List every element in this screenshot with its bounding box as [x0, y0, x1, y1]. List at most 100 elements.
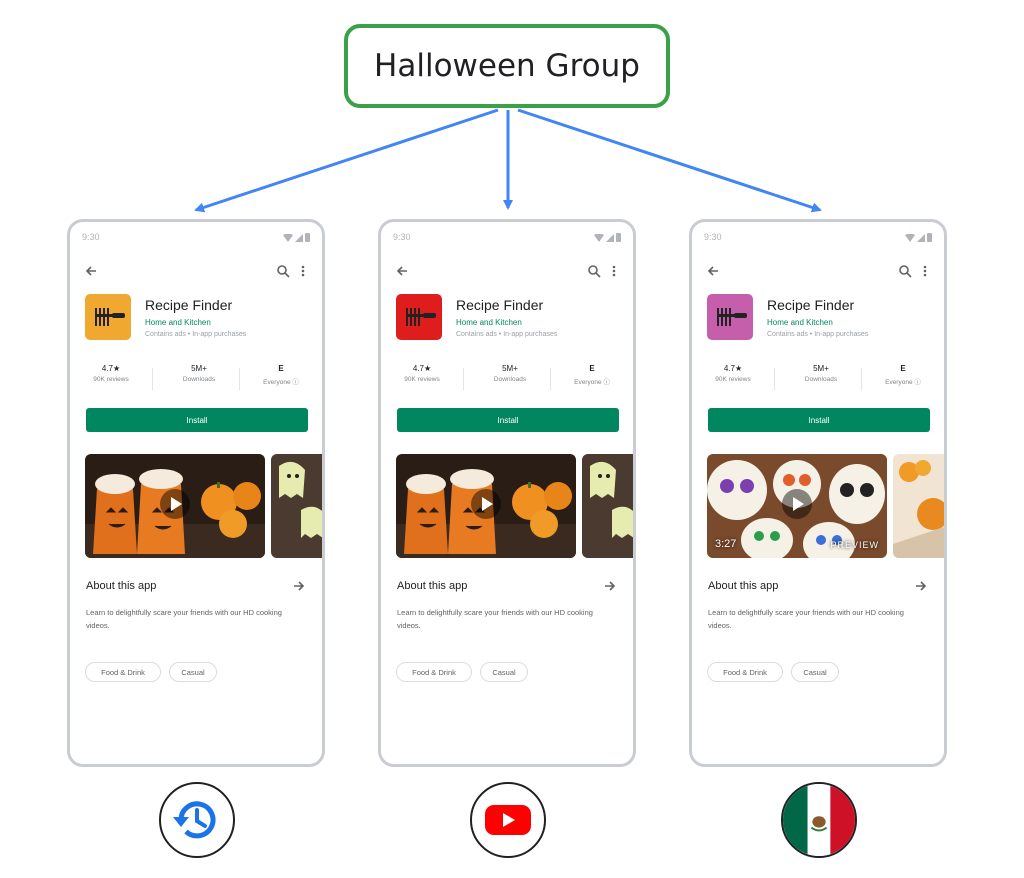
downloads-stat: 5M+ Downloads: [164, 364, 234, 383]
downloads-label: Downloads: [493, 376, 527, 383]
stats-row: 4.7★ 90K reviews 5M+ Downloads E Everyone ⓘ: [706, 364, 930, 394]
back-arrow-icon[interactable]: [395, 264, 409, 278]
content-rating-label: Everyone ⓘ: [574, 379, 610, 386]
tag-chip[interactable]: Casual: [791, 662, 839, 682]
arrow-right-icon[interactable]: [292, 579, 306, 593]
app-category-link[interactable]: Home and Kitchen: [456, 318, 522, 327]
downloads-label: Downloads: [182, 376, 216, 383]
back-arrow-icon[interactable]: [706, 264, 720, 278]
pastry-image: [893, 454, 944, 558]
video-thumbnail[interactable]: 3:27 PREVIEW: [707, 454, 887, 558]
ghost-cookies-image: [582, 454, 633, 558]
arrow-right-icon[interactable]: [914, 579, 928, 593]
content-rating-value: E: [589, 364, 595, 373]
battery-icon: [616, 233, 621, 242]
about-description: Learn to delightfully scare your friends…: [397, 608, 593, 630]
stat-divider: [239, 368, 240, 390]
reviews-label: 90K reviews: [93, 376, 129, 383]
wifi-icon: [283, 233, 293, 242]
screenshot-thumbnail[interactable]: [582, 454, 633, 558]
battery-icon: [305, 233, 310, 242]
status-icons: [905, 233, 932, 242]
wifi-icon: [594, 233, 604, 242]
app-name: Recipe Finder: [456, 297, 544, 313]
content-rating-value: E: [278, 364, 284, 373]
fork-icon: [717, 308, 747, 326]
app-name: Recipe Finder: [767, 297, 855, 313]
tag-chip[interactable]: Casual: [480, 662, 528, 682]
stats-row: 4.7★ 90K reviews 5M+ Downloads E Everyone ⓘ: [84, 364, 308, 394]
video-duration: 3:27: [715, 538, 737, 550]
history-icon: [173, 801, 216, 839]
more-vert-icon[interactable]: [611, 264, 617, 278]
tag-chip[interactable]: Food & Drink: [396, 662, 472, 682]
tag-chip[interactable]: Casual: [169, 662, 217, 682]
app-category-link[interactable]: Home and Kitchen: [145, 318, 211, 327]
preview-label: PREVIEW: [830, 540, 879, 550]
status-bar: 9:30: [82, 232, 310, 246]
screenshot-thumbnail[interactable]: [893, 454, 944, 558]
search-icon[interactable]: [587, 264, 601, 278]
install-button[interactable]: Install: [86, 408, 308, 432]
rating-stat: 4.7★ 90K reviews: [387, 364, 457, 383]
ghost-cookies-image: [271, 454, 322, 558]
about-description: Learn to delightfully scare your friends…: [86, 608, 282, 630]
install-button[interactable]: Install: [708, 408, 930, 432]
content-rating-stat: E Everyone ⓘ: [868, 364, 938, 386]
video-thumbnail[interactable]: [85, 454, 265, 558]
status-time: 9:30: [82, 232, 100, 242]
downloads-value: 5M+: [191, 364, 207, 373]
group-title: Halloween Group: [374, 48, 640, 84]
search-icon[interactable]: [898, 264, 912, 278]
screenshot-thumbnail[interactable]: [271, 454, 322, 558]
about-title: About this app: [708, 580, 779, 592]
install-button[interactable]: Install: [397, 408, 619, 432]
content-rating-label: Everyone ⓘ: [885, 379, 921, 386]
tag-chip[interactable]: Food & Drink: [85, 662, 161, 682]
stats-row: 4.7★ 90K reviews 5M+ Downloads E Everyone ⓘ: [395, 364, 619, 394]
about-title: About this app: [86, 580, 157, 592]
more-vert-icon[interactable]: [300, 264, 306, 278]
about-title: About this app: [397, 580, 468, 592]
downloads-label: Downloads: [804, 376, 838, 383]
content-rating-stat: E Everyone ⓘ: [246, 364, 316, 386]
reviews-label: 90K reviews: [715, 376, 751, 383]
signal-icon: [917, 233, 925, 242]
stat-divider: [774, 368, 775, 390]
app-icon: [707, 294, 753, 340]
video-thumbnail[interactable]: [396, 454, 576, 558]
more-vert-icon[interactable]: [922, 264, 928, 278]
app-bar: [395, 264, 619, 280]
mexico-flag-icon: [783, 784, 855, 856]
stat-divider: [861, 368, 862, 390]
youtube-badge: [470, 782, 546, 858]
app-category-link[interactable]: Home and Kitchen: [767, 318, 833, 327]
app-icon: [396, 294, 442, 340]
phone-mockup-history: 9:30 Recipe Finder Home and Kitchen Cont…: [67, 219, 325, 767]
status-bar: 9:30: [393, 232, 621, 246]
search-icon[interactable]: [276, 264, 290, 278]
signal-icon: [295, 233, 303, 242]
downloads-stat: 5M+ Downloads: [786, 364, 856, 383]
app-bar: [706, 264, 930, 280]
mexico-flag-badge: [781, 782, 857, 858]
stat-divider: [550, 368, 551, 390]
history-badge: [159, 782, 235, 858]
back-arrow-icon[interactable]: [84, 264, 98, 278]
halloween-drinks-image: [396, 454, 576, 558]
wifi-icon: [905, 233, 915, 242]
content-rating-label: Everyone ⓘ: [263, 379, 299, 386]
status-bar: 9:30: [704, 232, 932, 246]
arrow-right-icon[interactable]: [603, 579, 617, 593]
arrow-left: [194, 108, 499, 213]
content-rating-stat: E Everyone ⓘ: [557, 364, 627, 386]
status-icons: [594, 233, 621, 242]
rating-value: 4.7★: [412, 364, 432, 373]
downloads-value: 5M+: [502, 364, 518, 373]
app-name: Recipe Finder: [145, 297, 233, 313]
downloads-stat: 5M+ Downloads: [475, 364, 545, 383]
status-icons: [283, 233, 310, 242]
tag-chip[interactable]: Food & Drink: [707, 662, 783, 682]
rating-stat: 4.7★ 90K reviews: [76, 364, 146, 383]
arrow-right: [517, 108, 822, 213]
